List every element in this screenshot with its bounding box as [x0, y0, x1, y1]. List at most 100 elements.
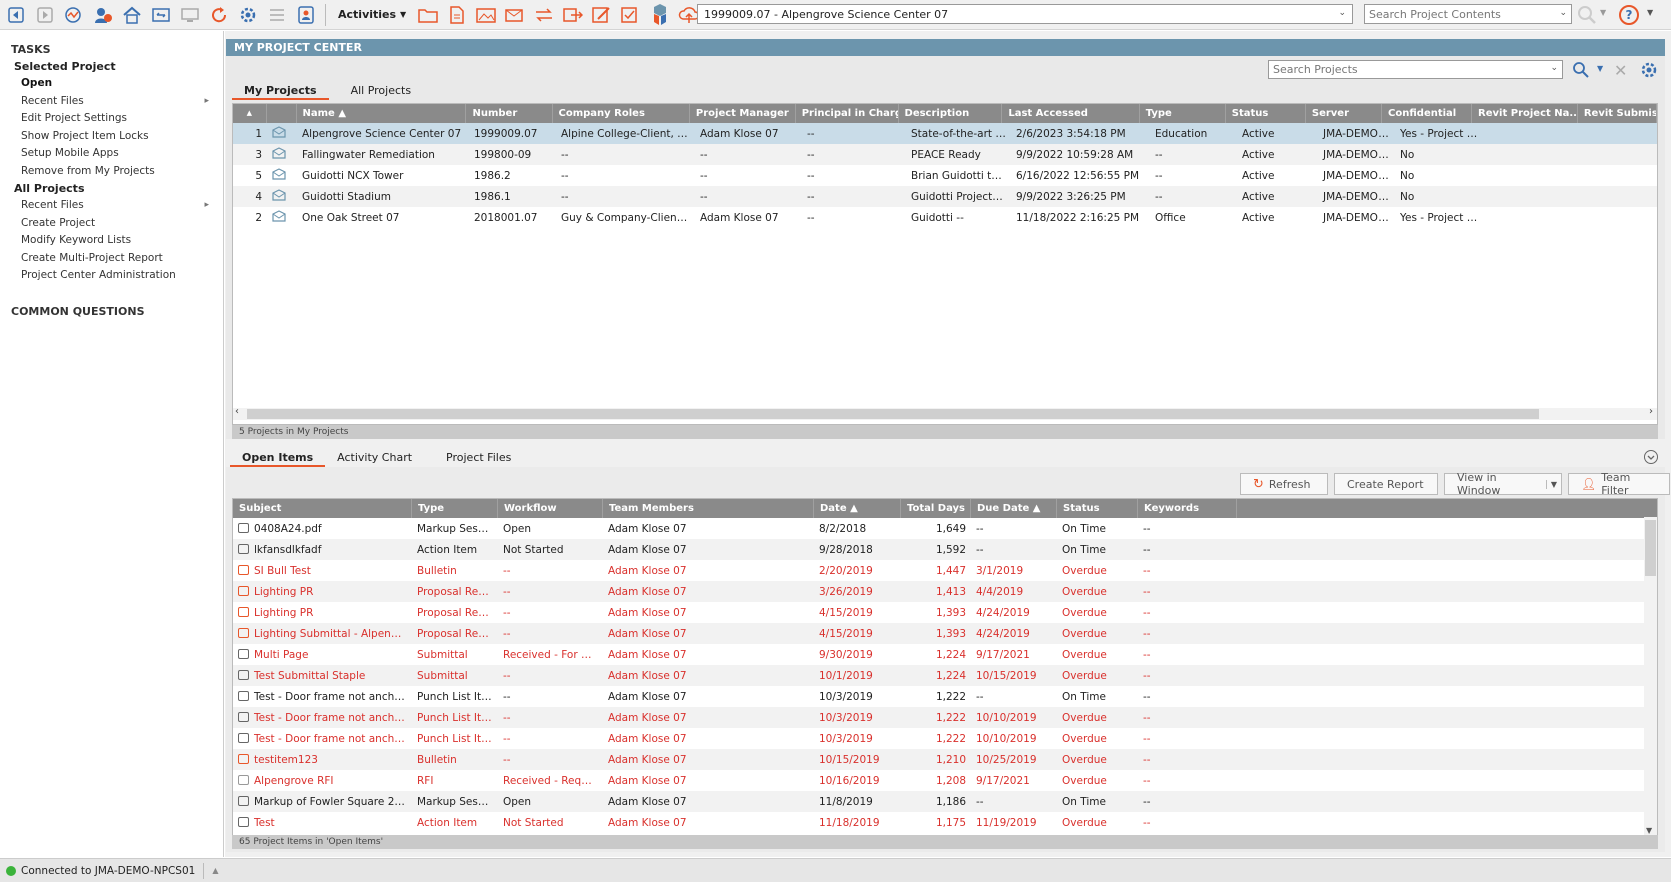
- item-row[interactable]: Test Action Item Not Started Adam Klose 07 1…: [233, 812, 1657, 833]
- column-header[interactable]: Type: [1140, 104, 1226, 123]
- item-row[interactable]: SI Bull Test Bulletin -- Adam Klose 07 2/20/…: [233, 560, 1657, 581]
- sidebar-item-recent-files[interactable]: Recent Files ▸: [0, 93, 223, 111]
- sidebar-item-show-locks[interactable]: Show Project Item Locks: [0, 128, 223, 146]
- activities-menu[interactable]: Activities ▼: [332, 8, 412, 21]
- collapse-icon[interactable]: [1643, 449, 1659, 468]
- create-report-button[interactable]: Create Report: [1334, 473, 1438, 495]
- column-header[interactable]: Name ▲: [297, 104, 467, 123]
- clear-icon[interactable]: ✕: [1614, 61, 1627, 80]
- settings-icon[interactable]: [1640, 61, 1658, 82]
- sidebar-item-multi-report[interactable]: Create Multi-Project Report: [0, 250, 223, 268]
- item-row[interactable]: Test Submittal Staple Submittal -- Adam Klo…: [233, 665, 1657, 686]
- column-header[interactable]: Revit Project Na...: [1472, 104, 1578, 123]
- column-header[interactable]: Status: [1057, 499, 1138, 518]
- item-row[interactable]: Lighting Submittal - Alpengrov... Proposa…: [233, 623, 1657, 644]
- sidebar-item-setup-mobile[interactable]: Setup Mobile Apps: [0, 145, 223, 163]
- refresh-button[interactable]: ↻ Refresh: [1240, 473, 1328, 495]
- column-header[interactable]: Due Date ▲: [971, 499, 1057, 518]
- project-row[interactable]: 2 One Oak Street 07 2018001.07 Guy & Compan…: [233, 207, 1657, 228]
- sidebar-item-modify-keywords[interactable]: Modify Keyword Lists: [0, 232, 223, 250]
- sidebar-item-edit-project-settings[interactable]: Edit Project Settings: [0, 110, 223, 128]
- chevron-down-icon[interactable]: ▼: [1597, 64, 1603, 73]
- back-icon[interactable]: [3, 3, 29, 27]
- list-icon[interactable]: [264, 3, 290, 27]
- chevron-down-icon[interactable]: ▼: [1647, 8, 1653, 17]
- email-icon[interactable]: [502, 3, 528, 27]
- forward-icon[interactable]: [32, 3, 58, 27]
- contact-icon[interactable]: [293, 3, 319, 27]
- gear-icon[interactable]: [235, 3, 261, 27]
- column-header[interactable]: Workflow: [498, 499, 603, 518]
- column-header[interactable]: Status: [1226, 104, 1306, 123]
- projects-horizontal-scrollbar[interactable]: ‹ ›: [233, 406, 1657, 420]
- item-row[interactable]: Lighting PR Proposal Request -- Adam Klose …: [233, 602, 1657, 623]
- checklist-icon[interactable]: [618, 3, 644, 27]
- team-icon[interactable]: [90, 3, 116, 27]
- item-row[interactable]: testitem123 Bulletin -- Adam Klose 07 10/15/…: [233, 749, 1657, 770]
- sidebar-item-open[interactable]: Open: [0, 75, 223, 93]
- project-selector[interactable]: 1999009.07 - Alpengrove Science Center 0…: [697, 4, 1353, 24]
- item-row[interactable]: Test - Door frame not anchored Punch List…: [233, 686, 1657, 707]
- image-icon[interactable]: [473, 3, 499, 27]
- project-row[interactable]: 5 Guidotti NCX Tower 1986.2 -- -- -- Brian Gui…: [233, 165, 1657, 186]
- column-header[interactable]: Description: [899, 104, 1003, 123]
- help-icon[interactable]: ?: [1618, 4, 1640, 29]
- column-header[interactable]: Server: [1306, 104, 1383, 123]
- sync-icon[interactable]: [148, 3, 174, 27]
- project-row[interactable]: 4 Guidotti Stadium 1986.1 -- -- -- Guidotti Pr…: [233, 186, 1657, 207]
- column-header[interactable]: Total Days: [901, 499, 971, 518]
- tab-activity-chart[interactable]: Activity Chart: [325, 449, 424, 467]
- sidebar-item-remove[interactable]: Remove from My Projects: [0, 163, 223, 181]
- refresh-icon[interactable]: [206, 3, 232, 27]
- activity-icon[interactable]: [61, 3, 87, 27]
- column-header[interactable]: Company Roles: [553, 104, 690, 123]
- column-header[interactable]: ▲: [233, 104, 267, 123]
- view-in-window-button[interactable]: View in Window ▼: [1444, 471, 1562, 497]
- item-row[interactable]: Markup of Fowler Square 2020 Markup Sessi…: [233, 791, 1657, 812]
- scroll-left-icon[interactable]: ‹: [235, 406, 239, 417]
- home-icon[interactable]: [119, 3, 145, 27]
- transfer-icon[interactable]: [531, 3, 557, 27]
- chevron-down-icon[interactable]: ▼: [1545, 479, 1561, 489]
- column-header[interactable]: Last Accessed: [1002, 104, 1140, 123]
- item-row[interactable]: 0408A24.pdf Markup Session Open Adam Klose …: [233, 518, 1657, 539]
- column-header[interactable]: Keywords: [1138, 499, 1237, 518]
- sidebar-item-admin[interactable]: Project Center Administration: [0, 267, 223, 285]
- sidebar-item-create-project[interactable]: Create Project: [0, 215, 223, 233]
- column-header[interactable]: Principal in Charge: [796, 104, 899, 123]
- chevron-down-icon[interactable]: ▼: [1600, 8, 1606, 17]
- folder-icon[interactable]: [415, 3, 441, 27]
- column-header[interactable]: Confidential: [1382, 104, 1473, 123]
- item-row[interactable]: Multi Page Submittal Received - For Re... A…: [233, 644, 1657, 665]
- search-project-contents-input[interactable]: Search Project Contents ⌄: [1364, 4, 1572, 24]
- scroll-down-icon[interactable]: ▼: [1646, 826, 1652, 835]
- search-icon[interactable]: [1572, 61, 1590, 82]
- column-header[interactable]: Revit Submis: [1578, 104, 1657, 123]
- team-filter-button[interactable]: 👤︎ Team Filter: [1568, 471, 1670, 497]
- export-icon[interactable]: [560, 3, 586, 27]
- column-header[interactable]: [267, 104, 297, 123]
- project-row[interactable]: 3 Fallingwater Remediation 199800-09 -- -- --…: [233, 144, 1657, 165]
- scrollbar-thumb[interactable]: [1645, 520, 1656, 576]
- item-row[interactable]: Test - Door frame not anchored Punch List…: [233, 728, 1657, 749]
- tab-open-items[interactable]: Open Items: [230, 449, 326, 467]
- search-projects-input[interactable]: Search Projects ⌄: [1268, 60, 1563, 79]
- item-row[interactable]: Test - Door frame not anchored Punch List…: [233, 707, 1657, 728]
- chevron-up-icon[interactable]: ▲: [212, 866, 218, 875]
- search-icon[interactable]: [1577, 5, 1597, 28]
- column-header[interactable]: Project Manager: [690, 104, 796, 123]
- item-row[interactable]: Lighting PR Proposal Request -- Adam Klose …: [233, 581, 1657, 602]
- tab-my-projects[interactable]: My Projects: [232, 82, 329, 100]
- scrollbar-thumb[interactable]: [247, 409, 1539, 419]
- document-icon[interactable]: [444, 3, 470, 27]
- column-header[interactable]: Number: [466, 104, 553, 123]
- project-row[interactable]: 1 Alpengrove Science Center 07 1999009.07 A…: [233, 123, 1657, 144]
- sidebar-item-all-recent-files[interactable]: Recent Files ▸: [0, 197, 223, 215]
- scroll-right-icon[interactable]: ›: [1649, 406, 1653, 417]
- monitor-icon[interactable]: [177, 3, 203, 27]
- tab-all-projects[interactable]: All Projects: [339, 82, 424, 100]
- items-vertical-scrollbar[interactable]: ▼: [1644, 517, 1657, 835]
- column-header[interactable]: Date ▲: [814, 499, 901, 518]
- column-header[interactable]: Subject: [233, 499, 412, 518]
- model-icon[interactable]: [647, 3, 673, 27]
